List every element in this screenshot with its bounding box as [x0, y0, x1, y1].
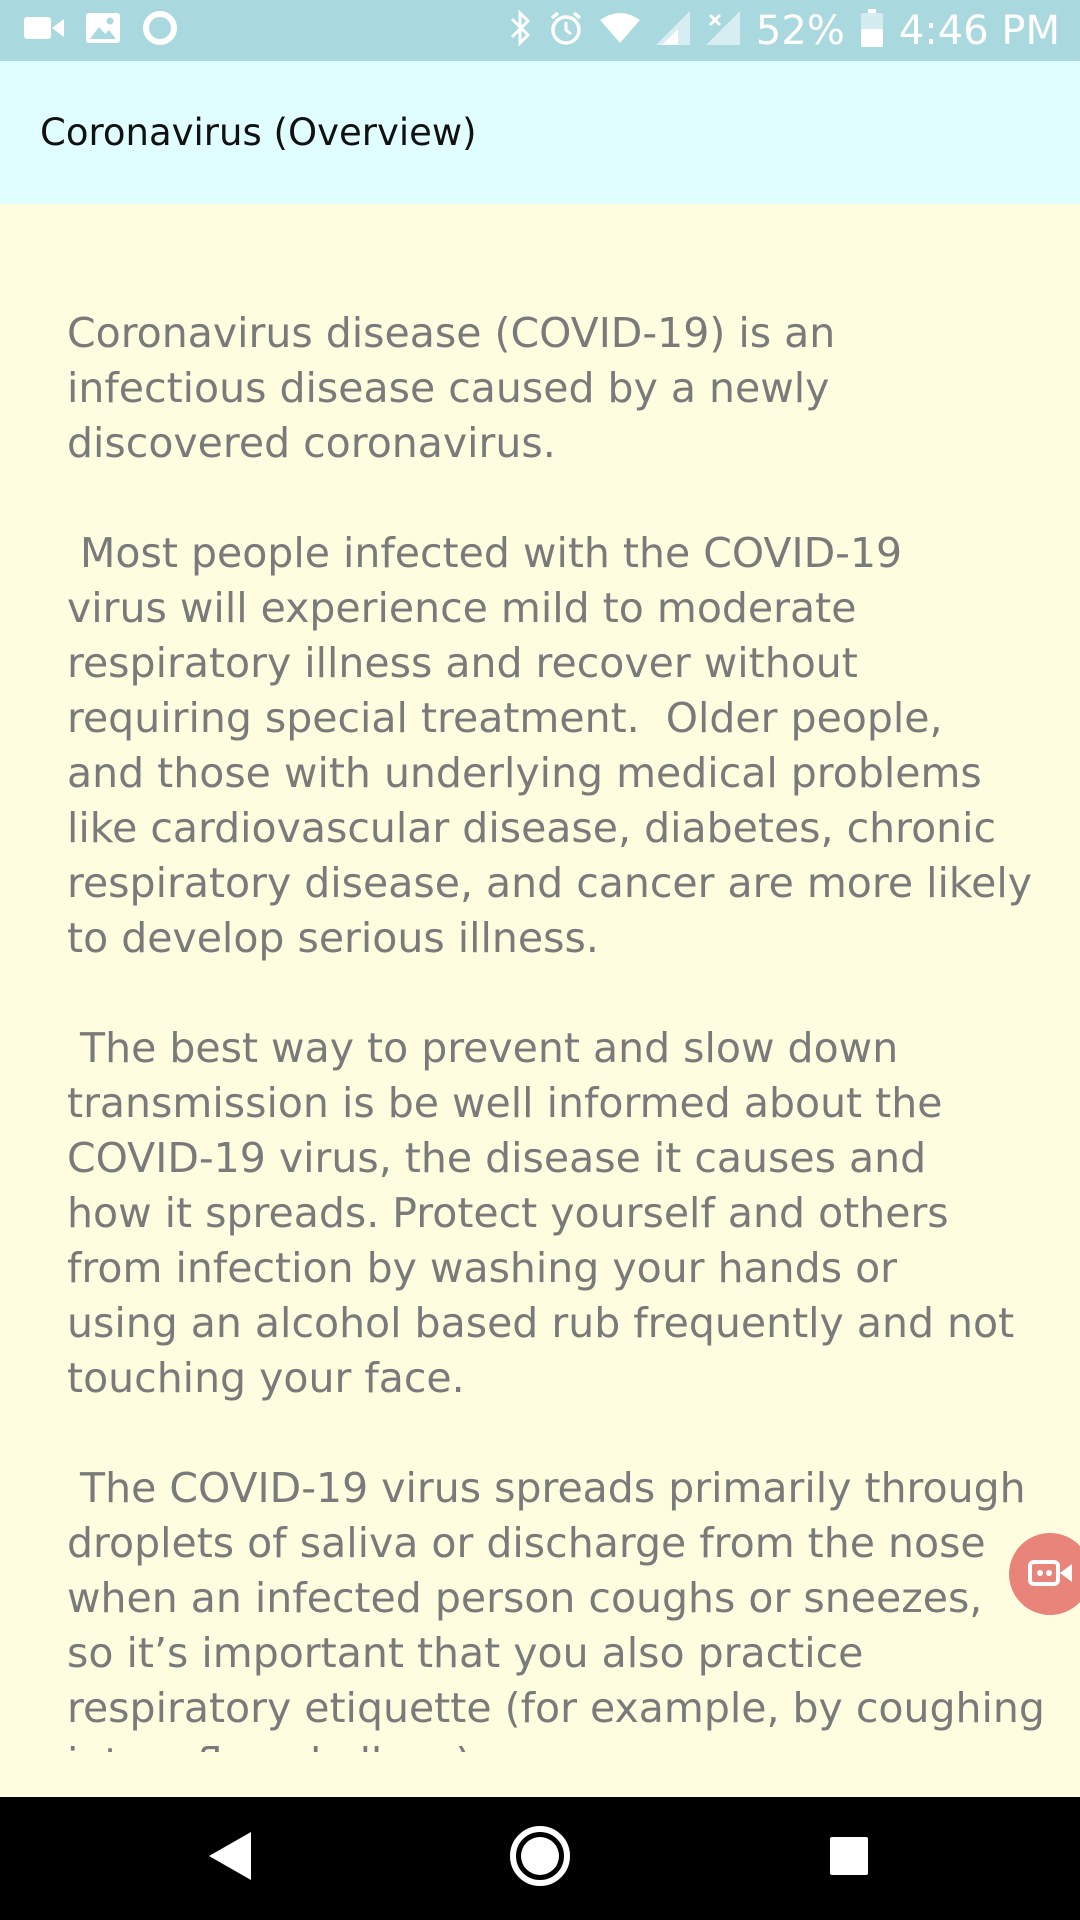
article-body-text: Coronavirus disease (COVID-19) is an inf…: [67, 309, 1045, 1752]
battery-percent: 52%: [755, 7, 845, 54]
alarm-icon: [548, 10, 584, 51]
image-icon: [86, 13, 120, 48]
circle-notification-icon: [142, 10, 178, 51]
signal-no-service-icon: [705, 11, 740, 50]
navigation-bar: [0, 1797, 1080, 1920]
app-bar: Coronavirus (Overview): [0, 61, 1080, 204]
status-bar: 52% 4:46 PM: [0, 0, 1080, 61]
page-title: Coronavirus (Overview): [40, 111, 477, 154]
recents-icon: [829, 1836, 869, 1881]
article-content[interactable]: Coronavirus disease (COVID-19) is an inf…: [0, 204, 1080, 1752]
status-right-icons: 52% 4:46 PM: [494, 8, 1060, 54]
bluetooth-icon: [510, 9, 532, 51]
back-icon: [207, 1830, 253, 1887]
battery-icon: [860, 9, 883, 52]
recents-button[interactable]: [779, 1797, 919, 1920]
back-button[interactable]: [160, 1797, 300, 1920]
status-left-icons: [24, 10, 200, 51]
video-call-icon: [1028, 1556, 1072, 1593]
clock: 4:46 PM: [898, 7, 1060, 54]
home-icon: [509, 1825, 571, 1892]
wifi-icon: [599, 12, 640, 49]
home-button[interactable]: [470, 1797, 610, 1920]
signal-icon: [655, 11, 690, 50]
video-camera-icon: [24, 15, 64, 46]
